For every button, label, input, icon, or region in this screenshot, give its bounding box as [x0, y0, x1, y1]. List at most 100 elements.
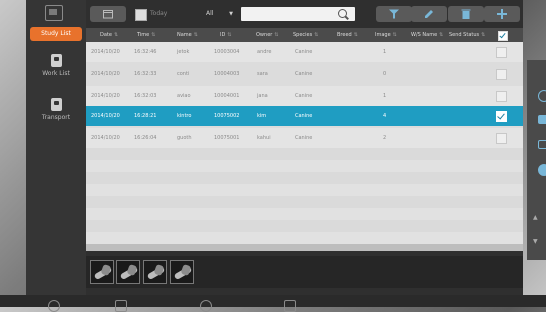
- table-header: Date ⇅ Time ⇅ Name ⇅ ID ⇅ Owner ⇅ Species ⇅ Br…: [86, 28, 523, 42]
- settings-icon[interactable]: [200, 300, 212, 312]
- row-checkbox-checked[interactable]: [496, 111, 507, 122]
- row-checkbox[interactable]: [496, 47, 507, 58]
- col-label: Species: [293, 32, 313, 38]
- cell-owner: kim: [257, 113, 267, 119]
- row-checkbox[interactable]: [496, 133, 507, 144]
- calendar-button[interactable]: [90, 6, 126, 22]
- cell-image: 1: [383, 49, 387, 55]
- table-row[interactable]: 2014/10/20 16:26:04 guoth 10075001 kahui…: [86, 128, 523, 148]
- cell-id: 10004001: [214, 93, 240, 99]
- cell-species: Canine: [295, 71, 313, 77]
- cell-time: 16:32:03: [134, 93, 157, 99]
- export-icon[interactable]: [538, 140, 546, 149]
- sidebar-logo-icon: [45, 5, 63, 21]
- toolbar: Today All ▼: [86, 3, 523, 25]
- cell-time: 16:26:04: [134, 135, 157, 141]
- empty-row: [86, 172, 523, 184]
- empty-row: [86, 220, 523, 232]
- select-all-checkbox[interactable]: [498, 31, 508, 41]
- col-label: Breed: [337, 32, 352, 38]
- table-scroll-bar[interactable]: [86, 244, 523, 251]
- search-icon[interactable]: [338, 9, 347, 18]
- study-list-button[interactable]: Study List: [30, 27, 82, 41]
- cell-date: 2014/10/20: [91, 113, 120, 119]
- cell-name: conti: [177, 71, 190, 77]
- scroll-down-icon[interactable]: ▼: [533, 238, 543, 245]
- trash-icon: [461, 9, 471, 19]
- col-label: Send Status: [449, 32, 480, 38]
- sidebar-item-transport[interactable]: Transport: [26, 98, 86, 121]
- cell-owner: kahui: [257, 135, 271, 141]
- sidebar: Study List Work List Transport: [26, 0, 86, 295]
- col-label: W/S Name: [411, 32, 438, 38]
- xray-thumbnail[interactable]: [116, 260, 140, 284]
- worklist-icon: [50, 54, 62, 67]
- table-row[interactable]: 2014/10/20 16:32:03 aviao 10004001 jana …: [86, 86, 523, 106]
- pencil-icon: [425, 10, 433, 18]
- cell-id: 10004003: [214, 71, 240, 77]
- empty-row: [86, 148, 523, 160]
- sidebar-item-label: Work List: [42, 70, 70, 77]
- col-image[interactable]: Image ⇅: [375, 28, 397, 42]
- cell-time: 16:32:46: [134, 49, 157, 55]
- cell-id: 10003004: [214, 49, 240, 55]
- plus-icon: [497, 9, 507, 19]
- cell-date: 2014/10/20: [91, 93, 120, 99]
- col-ws-name[interactable]: W/S Name ⇅: [411, 28, 443, 42]
- cell-id: 10075001: [214, 135, 240, 141]
- empty-row: [86, 184, 523, 196]
- col-species[interactable]: Species ⇅: [293, 28, 318, 42]
- table-row[interactable]: 2014/10/20 16:32:33 conti 10004003 sara …: [86, 64, 523, 84]
- cell-image: 1: [383, 93, 387, 99]
- col-label: Time: [137, 32, 150, 38]
- user-icon[interactable]: [284, 300, 296, 312]
- empty-row: [86, 196, 523, 208]
- cell-species: Canine: [295, 93, 313, 99]
- print-icon[interactable]: [538, 115, 546, 124]
- cell-owner: jana: [257, 93, 268, 99]
- power-icon[interactable]: [48, 300, 60, 312]
- cell-species: Canine: [295, 135, 313, 141]
- col-label: ID: [220, 32, 226, 38]
- col-name[interactable]: Name ⇅: [177, 28, 198, 42]
- delete-button[interactable]: [448, 6, 484, 22]
- row-checkbox[interactable]: [496, 91, 507, 102]
- image-icon[interactable]: [115, 300, 127, 312]
- col-label: Image: [375, 32, 391, 38]
- cell-name: aviao: [177, 93, 191, 99]
- col-id[interactable]: ID ⇅: [220, 28, 232, 42]
- funnel-icon: [389, 9, 399, 19]
- search-input[interactable]: [241, 7, 355, 21]
- thumbnail-strip: [86, 256, 523, 288]
- cell-date: 2014/10/20: [91, 71, 120, 77]
- sidebar-item-label: Transport: [41, 114, 71, 121]
- empty-row: [86, 232, 523, 244]
- col-label: Name: [177, 32, 192, 38]
- table-row-selected[interactable]: 2014/10/20 16:28:21 kintro 10075002 kim …: [86, 106, 523, 126]
- filter-select[interactable]: All ▼: [199, 8, 239, 20]
- col-owner[interactable]: Owner ⇅: [256, 28, 279, 42]
- info-icon[interactable]: [538, 90, 546, 102]
- burn-disc-icon[interactable]: [538, 164, 546, 176]
- col-time[interactable]: Time ⇅: [137, 28, 155, 42]
- filter-button[interactable]: [376, 6, 412, 22]
- col-send-status[interactable]: Send Status ⇅: [449, 28, 485, 42]
- main-panel: Today All ▼ Date ⇅ Time ⇅ Name ⇅ ID ⇅ Ow…: [86, 0, 523, 295]
- cell-time: 16:28:21: [134, 113, 157, 119]
- bottom-bar: [0, 295, 546, 307]
- row-checkbox[interactable]: [496, 69, 507, 80]
- today-label: Today: [150, 10, 168, 17]
- cell-id: 10075002: [214, 113, 240, 119]
- sidebar-item-work-list[interactable]: Work List: [26, 54, 86, 77]
- scroll-up-icon[interactable]: ▲: [533, 214, 543, 221]
- cell-owner: sara: [257, 71, 268, 77]
- table-row[interactable]: 2014/10/20 16:32:46 jetok 10003004 andre…: [86, 42, 523, 62]
- today-checkbox[interactable]: [135, 9, 147, 21]
- xray-thumbnail[interactable]: [143, 260, 167, 284]
- xray-thumbnail[interactable]: [90, 260, 114, 284]
- col-date[interactable]: Date ⇅: [100, 28, 118, 42]
- xray-thumbnail[interactable]: [170, 260, 194, 284]
- col-breed[interactable]: Breed ⇅: [337, 28, 358, 42]
- edit-button[interactable]: [411, 6, 447, 22]
- add-button[interactable]: [484, 6, 520, 22]
